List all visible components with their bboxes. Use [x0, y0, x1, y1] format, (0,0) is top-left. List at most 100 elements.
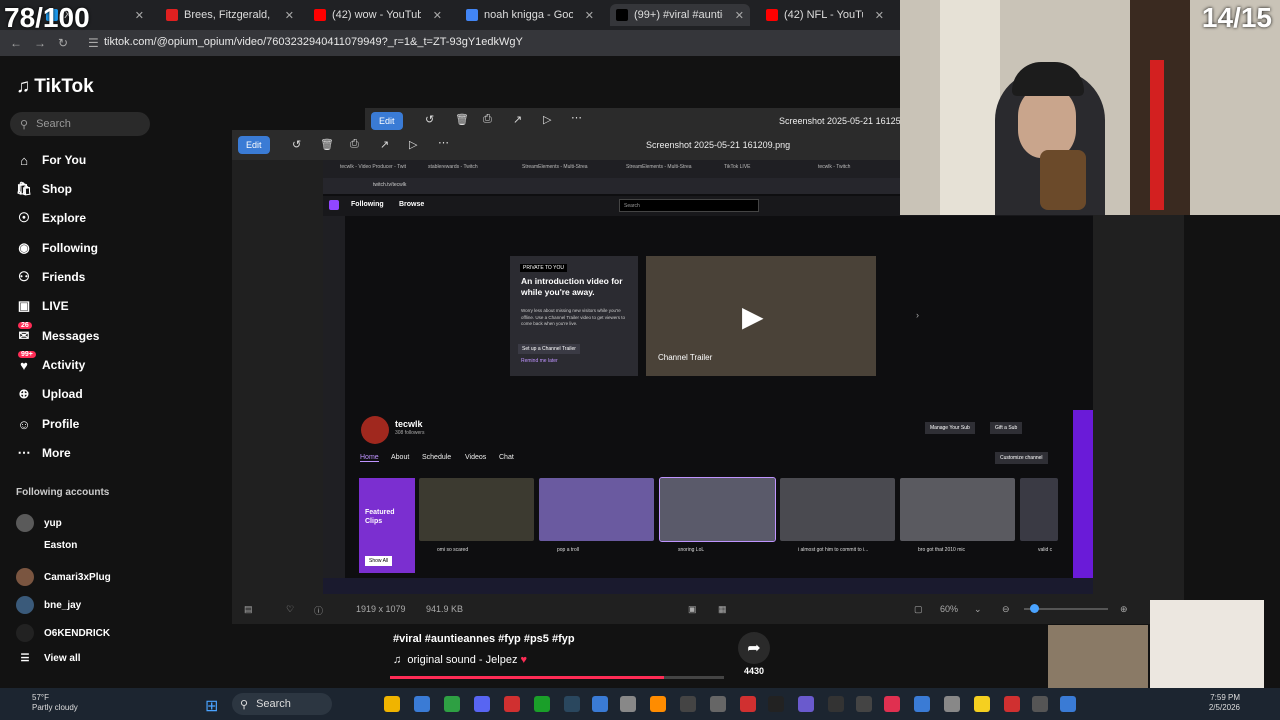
following-account[interactable]: bne_jay	[16, 596, 81, 614]
info-icon[interactable]: ⓘ	[314, 604, 323, 617]
crop-icon[interactable]: ▦	[718, 604, 727, 615]
following-account[interactable]: O6KENDRICK	[16, 624, 110, 642]
close-tab-icon[interactable]: ✕	[585, 9, 594, 22]
nav-item-upload[interactable]: ⊕ Upload	[16, 386, 83, 402]
taskbar-app-icon[interactable]	[1060, 696, 1076, 712]
site-info-icon[interactable]: ☰	[88, 36, 99, 50]
view-all-link[interactable]: ☰ View all	[16, 653, 81, 664]
nav-label: LIVE	[42, 299, 69, 313]
rotate-icon[interactable]: ↺	[292, 138, 301, 151]
zoom-in-icon[interactable]: ⊕	[1120, 604, 1128, 615]
nav-item-friends[interactable]: ⚇ Friends	[16, 269, 85, 285]
twitch-search: Search	[619, 199, 759, 212]
taskbar-app-icon[interactable]	[1004, 696, 1020, 712]
tiktok-logo[interactable]: ♫ TikTok	[16, 76, 94, 98]
taskbar-app-icon[interactable]	[710, 696, 726, 712]
nav-item-following[interactable]: ◉ Following	[16, 240, 98, 256]
address-bar[interactable]: ← → ↻ ☰ tiktok.com/@opium_opium/video/76…	[0, 30, 900, 56]
browser-tab[interactable]: (42) NFL - YouTube ✕	[760, 4, 890, 26]
browser-tab[interactable]: Brees, Fitzgerald, Kuechly an ✕	[160, 4, 300, 26]
taskbar-app-icon[interactable]	[564, 696, 580, 712]
taskbar-app-icon[interactable]	[740, 696, 756, 712]
zoom-slider-thumb[interactable]	[1030, 604, 1039, 613]
taskbar-app-icon[interactable]	[1032, 696, 1048, 712]
nav-label: Friends	[42, 270, 86, 284]
taskbar-app-icon[interactable]	[504, 696, 520, 712]
weather-widget[interactable]: 57°F Partly cloudy	[32, 693, 78, 713]
taskbar-app-icon[interactable]	[944, 696, 960, 712]
nav-item-live[interactable]: ▣ LIVE	[16, 298, 69, 314]
sound-link[interactable]: ♫ original sound - Jelpez ♥	[393, 654, 527, 666]
zoom-out-icon[interactable]: ⊖	[1002, 604, 1010, 615]
featured-clips-tile: Featured Clips Show All	[359, 478, 415, 573]
delete-icon[interactable]: 🗑	[320, 138, 334, 151]
taskbar-app-icon[interactable]	[620, 696, 636, 712]
browser-tab[interactable]: (99+) #viral #auntieannes #fy ✕	[610, 4, 750, 26]
close-tab-icon[interactable]: ✕	[433, 9, 442, 22]
share-button[interactable]: ➦	[738, 632, 770, 664]
nav-item-shop[interactable]: 🛍 Shop	[16, 181, 72, 197]
share-icon[interactable]: ↗	[513, 113, 522, 126]
taskbar-app-icon[interactable]	[828, 696, 844, 712]
filmstrip-icon[interactable]: ▤	[244, 604, 253, 615]
slideshow-icon[interactable]: ▷	[409, 138, 417, 151]
share-icon[interactable]: ↗	[380, 138, 389, 151]
search-input[interactable]: ⚲ Search	[10, 112, 150, 136]
taskbar-app-icon[interactable]	[444, 696, 460, 712]
video-caption[interactable]: #viral #auntieannes #fyp #ps5 #fyp	[393, 633, 575, 645]
following-account[interactable]: Easton	[16, 536, 77, 554]
close-tab-icon[interactable]: ✕	[285, 9, 294, 22]
favorite-icon[interactable]: ♡	[286, 604, 294, 615]
taskbar-app-icon[interactable]	[768, 696, 784, 712]
following-account[interactable]: yup	[16, 514, 62, 532]
url-text[interactable]: tiktok.com/@opium_opium/video/7603232940…	[104, 36, 523, 48]
nav-item-profile[interactable]: ☺ Profile	[16, 416, 79, 432]
close-tab-icon[interactable]: ✕	[135, 9, 144, 22]
taskbar-app-icon[interactable]	[798, 696, 814, 712]
print-icon[interactable]: ⎙	[483, 113, 492, 126]
taskbar-search[interactable]: ⚲ Search	[232, 693, 332, 715]
taskbar-app-icon[interactable]	[592, 696, 608, 712]
taskbar-app-icon[interactable]	[650, 696, 666, 712]
browser-tab[interactable]: noah knigga - Google Search ✕	[460, 4, 600, 26]
close-tab-icon[interactable]: ✕	[735, 9, 744, 22]
nav-item-activity[interactable]: ♥ Activity 99+	[16, 351, 85, 373]
actual-size-icon[interactable]: ▢	[914, 604, 923, 615]
fit-icon[interactable]: ▣	[688, 604, 697, 615]
taskbar-app-icon[interactable]	[680, 696, 696, 712]
forward-icon[interactable]: →	[34, 36, 46, 50]
delete-icon[interactable]: 🗑	[455, 113, 469, 126]
nav-item-messages[interactable]: ✉ Messages 26	[16, 322, 99, 344]
taskbar-app-icon[interactable]	[534, 696, 550, 712]
taskbar-app-icon[interactable]	[384, 696, 400, 712]
back-edit-button[interactable]: Edit	[371, 112, 403, 130]
more-icon[interactable]: ⋯	[438, 136, 449, 149]
windows-start-icon[interactable]: ⊞	[205, 696, 218, 716]
taskbar-app-icon[interactable]	[884, 696, 900, 712]
nav-item-for-you[interactable]: ⌂ For You	[16, 152, 86, 168]
slideshow-icon[interactable]: ▷	[543, 113, 551, 126]
nav-item-explore[interactable]: ☉ Explore	[16, 210, 86, 226]
browser-tab[interactable]: (42) wow - YouTube ✕	[308, 4, 448, 26]
zoom-select[interactable]: 60%	[940, 604, 958, 614]
clock[interactable]: 7:59 PM 2/5/2026	[1204, 693, 1240, 713]
twitch-left-rail	[323, 216, 345, 578]
reload-icon[interactable]: ↻	[58, 36, 68, 50]
inner-tab: tecwlk - Video Producer - Twit	[340, 164, 406, 170]
taskbar-app-icon[interactable]	[474, 696, 490, 712]
more-icon[interactable]: ⋯	[571, 111, 582, 124]
edit-button[interactable]: Edit	[238, 136, 270, 154]
search-icon: ⚲	[20, 118, 29, 131]
taskbar-app-icon[interactable]	[414, 696, 430, 712]
taskbar-app-icon[interactable]	[914, 696, 930, 712]
back-icon[interactable]: ←	[10, 36, 22, 50]
following-account[interactable]: Camari3xPlug	[16, 568, 111, 586]
taskbar-app-icon[interactable]	[856, 696, 872, 712]
nav-item-more[interactable]: ⋯ More	[16, 445, 71, 461]
close-tab-icon[interactable]: ✕	[875, 9, 884, 22]
print-icon[interactable]: ⎙	[350, 138, 359, 151]
taskbar-app-icon[interactable]	[974, 696, 990, 712]
rotate-icon[interactable]: ↺	[425, 113, 434, 126]
chevron-down-icon[interactable]: ⌄	[974, 604, 982, 615]
tab-favicon-icon	[616, 9, 628, 21]
